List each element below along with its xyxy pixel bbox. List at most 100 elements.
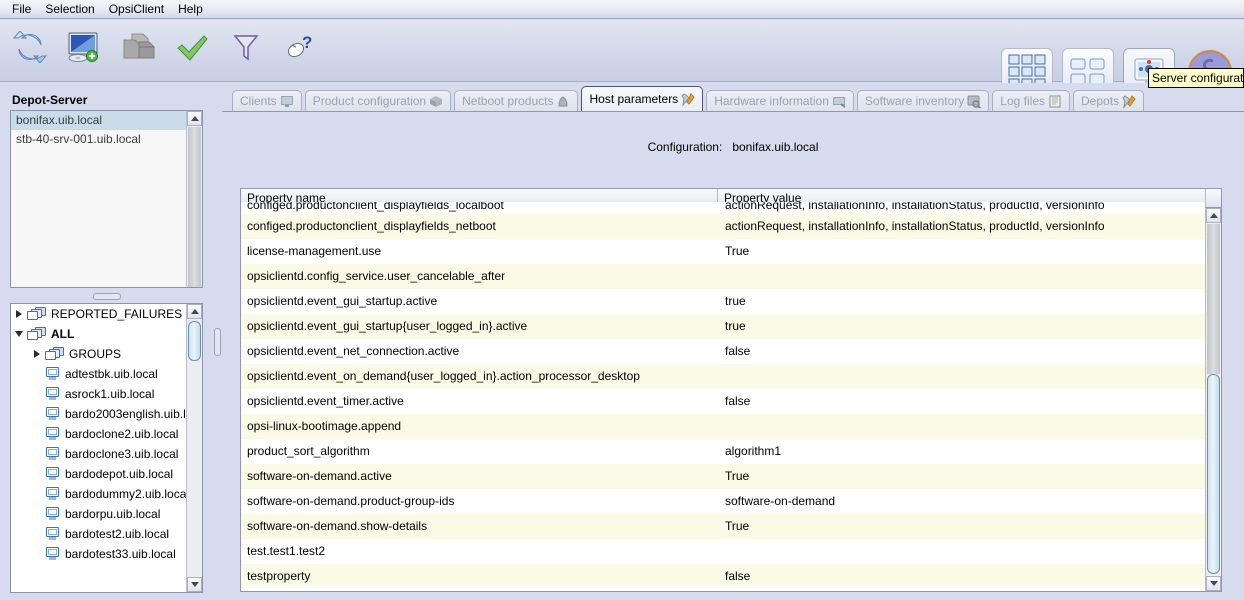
cell-property-value[interactable] <box>719 539 1205 564</box>
tree-client-item[interactable]: adtestbk.uib.local <box>11 364 187 384</box>
scroll-up-button[interactable] <box>1206 208 1221 223</box>
cell-property-name[interactable]: test.test1.test2 <box>241 539 719 564</box>
table-row[interactable]: software-on-demand.active True <box>241 464 1205 489</box>
splitter-grip[interactable] <box>92 293 121 300</box>
cell-property-name[interactable]: configed.productonclient_displayfields_n… <box>241 214 719 239</box>
cell-property-value[interactable] <box>719 414 1205 439</box>
reload-button[interactable] <box>8 25 52 69</box>
tree-expand-toggle[interactable] <box>29 350 45 358</box>
cell-property-value[interactable] <box>719 264 1205 289</box>
tree-client-item[interactable]: bardo2003english.uib.local <box>11 404 187 424</box>
tree-client-item[interactable]: bardotest33.uib.local <box>11 544 187 564</box>
tree-client-item[interactable]: asrock1.uib.local <box>11 384 187 404</box>
cell-property-value[interactable]: actionRequest, installationInfo, install… <box>719 214 1205 239</box>
scroll-up-button[interactable] <box>187 111 202 126</box>
menu-item-file[interactable]: File <box>5 0 38 18</box>
table-row[interactable]: opsiclientd.config_service.user_cancelab… <box>241 264 1205 289</box>
cell-property-name[interactable]: opsiclientd.event_on_demand{user_logged_… <box>241 364 719 389</box>
tree-client-item[interactable]: bardorpu.uib.local <box>11 504 187 524</box>
tab-software-inventory[interactable]: Software inventory <box>856 90 990 111</box>
menu-item-selection[interactable]: Selection <box>38 0 101 18</box>
cell-property-value[interactable]: false <box>719 339 1205 364</box>
table-row[interactable]: license-management.use True <box>241 239 1205 264</box>
cell-property-name[interactable]: opsiclientd.config_service.user_cancelab… <box>241 264 719 289</box>
scroll-thumb[interactable] <box>188 321 201 361</box>
tree-collapse-toggle[interactable] <box>11 331 27 337</box>
tree-group-item[interactable]: REPORTED_FAILURES <box>11 304 187 324</box>
scroll-up-button[interactable] <box>187 304 202 319</box>
cell-property-name[interactable]: opsi-linux-bootimage.append <box>241 414 719 439</box>
depot-list-item[interactable]: bonifax.uib.local <box>11 111 202 130</box>
depot-server-list[interactable]: bonifax.uib.local stb-40-srv-001.uib.loc… <box>10 110 203 288</box>
depot-list-scrollbar[interactable] <box>186 111 202 287</box>
cell-property-value[interactable]: true <box>719 289 1205 314</box>
table-row[interactable]: configed.productonclient_displayfields_n… <box>241 214 1205 239</box>
tree-client-item[interactable]: bardodepot.uib.local <box>11 464 187 484</box>
tree-client-item[interactable]: bardotest2.uib.local <box>11 524 187 544</box>
apply-button[interactable] <box>170 25 214 69</box>
table-row[interactable]: configed.productonclient_displayfields_l… <box>241 202 1205 214</box>
tree-group-item[interactable]: GROUPS <box>11 344 187 364</box>
tree-client-item[interactable]: bardoclone3.uib.local <box>11 444 187 464</box>
tab-log-files[interactable]: Log files <box>992 90 1070 111</box>
tab-depots[interactable]: Depots <box>1073 90 1145 111</box>
cell-property-value[interactable] <box>719 364 1205 389</box>
tree-expand-toggle[interactable] <box>11 310 27 318</box>
table-row[interactable]: software-on-demand.show-details True <box>241 514 1205 539</box>
client-tree-scrollbar[interactable] <box>186 304 202 592</box>
cell-property-value[interactable]: software-on-demand <box>719 489 1205 514</box>
tab-hardware-information[interactable]: Hardware information <box>706 90 854 111</box>
cell-property-name[interactable]: software-on-demand.product-group-ids <box>241 489 719 514</box>
tab-host-parameters[interactable]: Host parameters <box>581 86 704 111</box>
filter-button[interactable] <box>224 25 268 69</box>
cell-property-name[interactable]: software-on-demand.show-details <box>241 514 719 539</box>
cell-property-name[interactable]: opsiclientd.event_net_connection.active <box>241 339 719 364</box>
table-row[interactable]: opsiclientd.event_gui_startup.active true <box>241 289 1205 314</box>
left-panel-splitter[interactable] <box>10 292 203 301</box>
scroll-down-button[interactable] <box>187 577 202 592</box>
scroll-track[interactable] <box>1207 224 1220 374</box>
cell-property-value[interactable]: True <box>719 464 1205 489</box>
create-client-button[interactable] <box>62 25 106 69</box>
scroll-down-button[interactable] <box>1206 576 1221 591</box>
table-row[interactable]: test.test1.test2 <box>241 539 1205 564</box>
table-row[interactable]: opsiclientd.event_net_connection.active f… <box>241 339 1205 364</box>
table-row[interactable]: software-on-demand.product-group-ids soft… <box>241 489 1205 514</box>
cell-property-name[interactable]: software-on-demand.active <box>241 464 719 489</box>
client-tree[interactable]: REPORTED_FAILURES ALL GROUPS adtestbk.uib.l… <box>10 303 203 593</box>
packages-button[interactable] <box>116 25 160 69</box>
cell-property-value[interactable]: True <box>719 514 1205 539</box>
cell-property-name[interactable]: opsiclientd.event_gui_startup{user_logge… <box>241 314 719 339</box>
tree-group-item[interactable]: ALL <box>11 324 187 344</box>
tab-clients[interactable]: Clients <box>232 90 302 111</box>
cell-property-value[interactable]: algorithm1 <box>719 439 1205 464</box>
main-splitter[interactable] <box>212 83 222 600</box>
cell-property-name[interactable]: testproperty <box>241 564 719 585</box>
table-row[interactable]: opsiclientd.event_on_demand{user_logged_… <box>241 364 1205 389</box>
table-row[interactable]: product_sort_algorithm algorithm1 <box>241 439 1205 464</box>
cell-property-value[interactable]: true <box>719 314 1205 339</box>
cell-property-value[interactable]: actionRequest, installationInfo, install… <box>719 202 1205 214</box>
cell-property-value[interactable]: True <box>719 239 1205 264</box>
splitter-grip[interactable] <box>213 327 221 356</box>
help-button[interactable]: ? <box>278 25 322 69</box>
table-row[interactable]: testproperty false <box>241 564 1205 585</box>
table-row[interactable]: opsiclientd.event_timer.active false <box>241 389 1205 414</box>
cell-property-name[interactable]: opsiclientd.event_timer.active <box>241 389 719 414</box>
cell-property-value[interactable]: false <box>719 564 1205 585</box>
cell-property-name[interactable]: license-management.use <box>241 239 719 264</box>
scroll-thumb[interactable] <box>1207 374 1220 574</box>
tree-client-item[interactable]: bardodummy2.uib.local <box>11 484 187 504</box>
table-row[interactable]: opsi-linux-bootimage.append <box>241 414 1205 439</box>
cell-property-name[interactable]: product_sort_algorithm <box>241 439 719 464</box>
scroll-track[interactable] <box>188 127 201 287</box>
tab-netboot-products[interactable]: Netboot products <box>454 90 579 111</box>
table-row[interactable]: opsiclientd.event_gui_startup{user_logge… <box>241 314 1205 339</box>
tab-product-configuration[interactable]: Product configuration <box>304 90 452 111</box>
menu-item-opsiclient[interactable]: OpsiClient <box>102 0 171 18</box>
cell-property-name[interactable]: configed.productonclient_displayfields_l… <box>241 202 719 214</box>
cell-property-name[interactable]: opsiclientd.event_gui_startup.active <box>241 289 719 314</box>
cell-property-value[interactable]: false <box>719 389 1205 414</box>
table-scrollbar[interactable] <box>1205 208 1221 591</box>
tree-client-item[interactable]: bardoclone2.uib.local <box>11 424 187 444</box>
